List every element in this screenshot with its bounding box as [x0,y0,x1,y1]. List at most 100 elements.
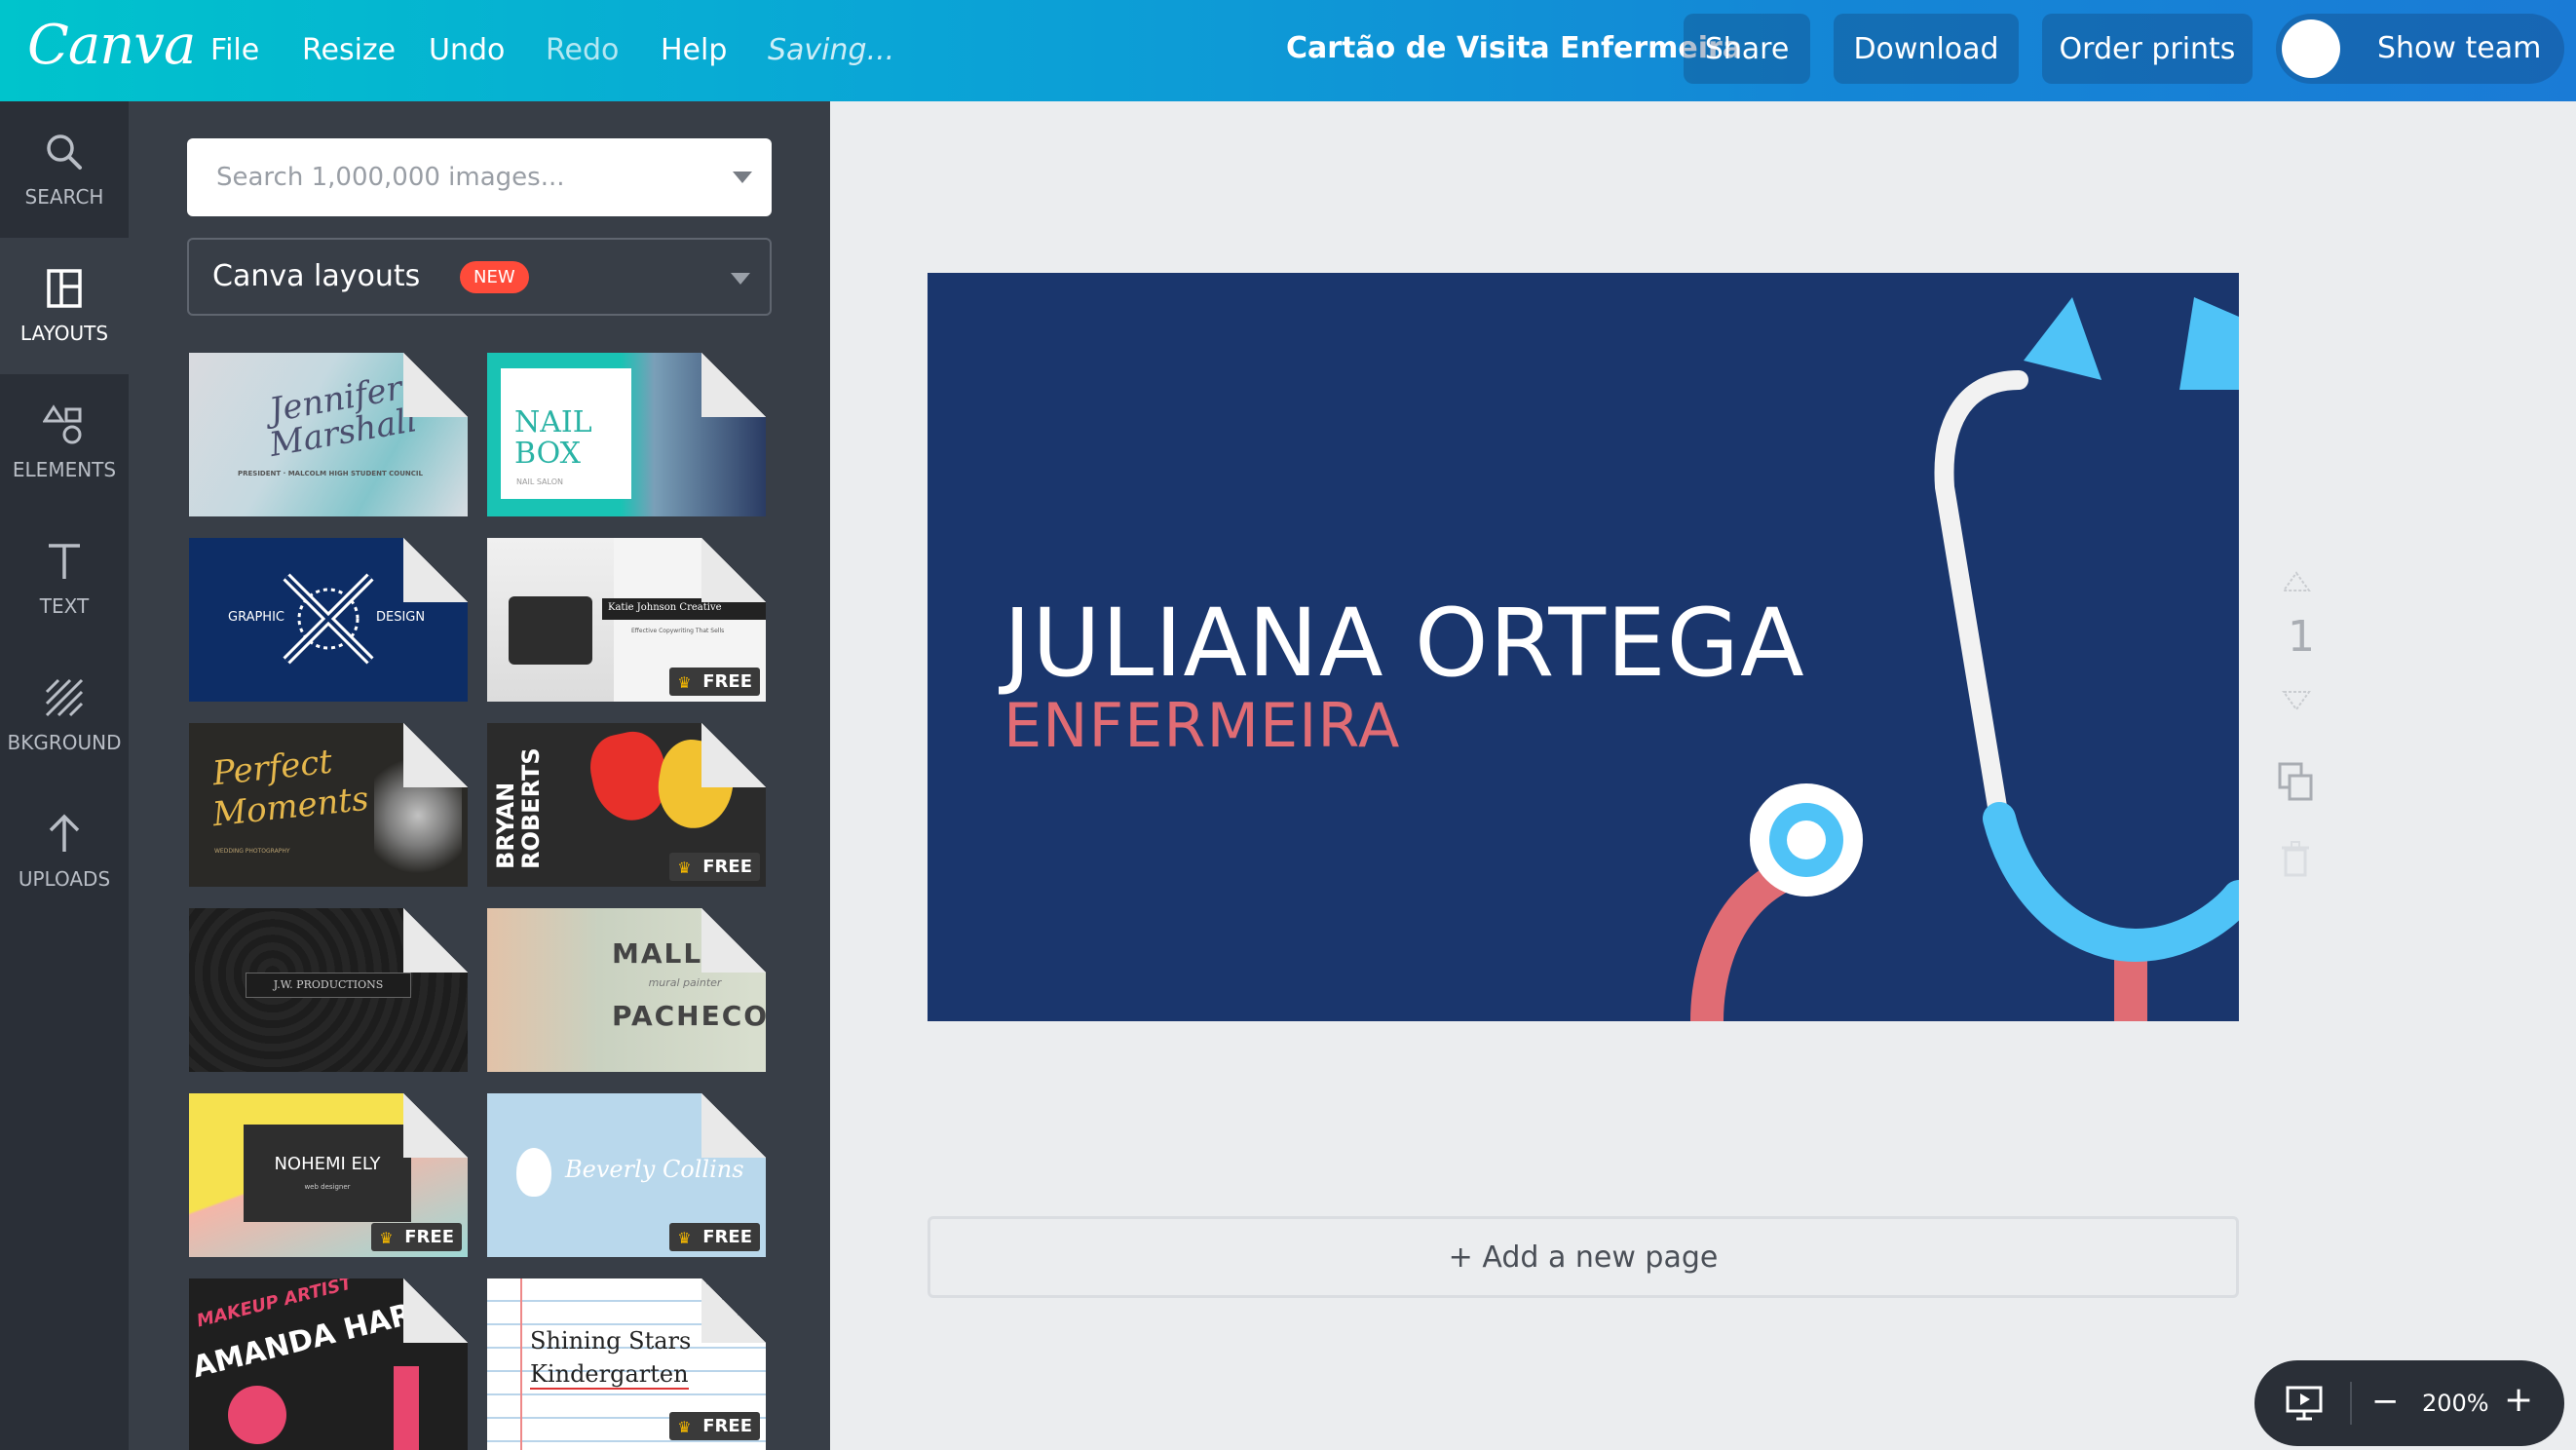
share-button[interactable]: Share [1684,14,1810,84]
card-subtitle: ROBERTS [517,747,545,869]
rail-item-layouts[interactable]: LAYOUTS [0,238,129,374]
uploads-icon [49,814,80,852]
zoom-level[interactable]: 200% [2422,1390,2489,1417]
card-caption: PRESIDENT · MALCOLM HIGH STUDENT COUNCIL [237,470,423,477]
crown-icon: ♛ [677,1229,692,1247]
card-title: J.W. PRODUCTIONS [246,973,411,998]
rail-label: BKGROUND [7,731,122,754]
card-title: BRYAN [492,782,519,869]
team-avatar [2282,19,2340,78]
rail-item-background[interactable]: BKGROUND [0,647,129,783]
layouts-icon [47,269,82,308]
menu-undo[interactable]: Undo [429,33,505,67]
compact-icon [228,1386,286,1444]
pencils-icon [283,573,374,665]
card-caption: web designer [304,1183,351,1191]
layout-card-beverly-collins[interactable]: Beverly Collins ♛ FREE [487,1093,766,1257]
rail-label: UPLOADS [18,867,111,891]
zoom-in-button[interactable]: + [2504,1380,2533,1420]
layout-card-nohemi-ely[interactable]: NOHEMI ELY web designer ♛ FREE [189,1093,468,1257]
layouts-panel: Canva layouts NEW Jennifer Marshall PRES… [129,101,830,1450]
layouts-dropdown[interactable]: Canva layouts NEW [187,238,772,316]
menu-help[interactable]: Help [661,33,727,67]
layout-card-mallory-pacheco[interactable]: MALLORY mural painter PACHECO [487,908,766,1072]
typewriter-image [509,596,592,665]
new-badge: NEW [460,261,529,293]
card-caption: Effective Copywriting That Sells [631,628,725,634]
chevron-down-icon [731,273,750,285]
rail-item-text[interactable]: TEXT [0,511,129,647]
present-icon[interactable] [2284,1382,2325,1423]
duplicate-page-icon[interactable] [2276,760,2315,803]
card-subtitle: BOX [514,437,582,471]
role-text[interactable]: ENFERMEIRA [1004,690,1400,761]
rail-label: ELEMENTS [12,458,117,481]
card-subtitle: Kindergarten [530,1360,689,1390]
rail-label: SEARCH [24,185,104,209]
free-badge: ♛ FREE [669,853,760,881]
free-badge: ♛ FREE [669,1223,760,1251]
rail-label: LAYOUTS [19,322,109,345]
search-input[interactable] [187,138,733,216]
saving-status: Saving... [768,33,895,67]
crown-icon: ♛ [677,1418,692,1436]
search-icon [47,134,82,170]
layout-card-jennifer[interactable]: Jennifer Marshall PRESIDENT · MALCOLM HI… [189,353,468,516]
show-team-button[interactable]: Show team [2276,14,2564,84]
lipstick-icon [394,1366,419,1450]
document-title[interactable]: Cartão de Visita Enfermeira [1286,31,1742,65]
image-search-box[interactable] [187,138,772,216]
layout-card-jw-productions[interactable]: J.W. PRODUCTIONS [189,908,468,1072]
card-subtitle: DESIGN [376,610,426,625]
menu-redo[interactable]: Redo [546,33,619,67]
move-page-up-icon[interactable] [2282,571,2311,594]
elements-icon [43,404,82,444]
design-canvas[interactable]: JULIANA ORTEGA ENFERMEIRA [928,273,2239,1021]
add-new-page-button[interactable]: + Add a new page [928,1216,2239,1298]
layout-card-amanda-harris[interactable]: MAKEUP ARTIST AMANDA HARRIS [189,1278,468,1450]
layouts-dropdown-label: Canva layouts [212,259,421,293]
layout-card-katie-johnson[interactable]: Katie Johnson Creative Effective Copywri… [487,538,766,702]
layout-card-nail-box[interactable]: NAIL BOX NAIL SALON [487,353,766,516]
layout-card-shining-stars[interactable]: Shining Stars Kindergarten ♛ FREE [487,1278,766,1450]
layout-card-perfect-moments[interactable]: Perfect Moments WEDDING PHOTOGRAPHY [189,723,468,887]
free-badge: ♛ FREE [371,1223,462,1251]
zoom-out-button[interactable]: − [2371,1382,2400,1421]
free-badge: ♛ FREE [669,668,760,696]
download-button[interactable]: Download [1834,14,2019,84]
layout-card-bryan-roberts[interactable]: BRYAN ROBERTS ♛ FREE [487,723,766,887]
card-caption: WEDDING PHOTOGRAPHY [214,848,290,855]
left-rail: SEARCH LAYOUTS ELEMENTS TEXT BKGROUND UP… [0,101,129,1450]
card-title: Shining Stars [530,1327,692,1355]
move-page-down-icon[interactable] [2282,688,2311,711]
layout-card-graphic-design[interactable]: GRAPHIC DESIGN [189,538,468,702]
card-title: NAIL [514,405,592,439]
rail-item-elements[interactable]: ELEMENTS [0,374,129,511]
crown-icon: ♛ [379,1229,394,1247]
page-number: 1 [2288,612,2315,662]
zoom-controls: − 200% + [2254,1360,2564,1446]
background-icon [45,678,84,717]
menu-resize[interactable]: Resize [302,33,396,67]
order-prints-button[interactable]: Order prints [2042,14,2253,84]
menu-file[interactable]: File [210,33,259,67]
crown-icon: ♛ [677,859,692,877]
rail-item-search[interactable]: SEARCH [0,101,129,238]
chevron-down-icon[interactable] [733,172,752,183]
canva-logo[interactable]: Canva [27,14,196,77]
card-caption: NAIL SALON [516,477,563,486]
card-subtitle: PACHECO [612,1000,766,1032]
top-bar: Canva File Resize Undo Redo Help Saving.… [0,0,2576,101]
text-icon [49,544,80,579]
delete-page-icon[interactable] [2280,840,2311,879]
card-title: Beverly Collins [565,1156,744,1183]
rail-label: TEXT [39,594,90,618]
divider [2350,1382,2352,1425]
bunny-icon [516,1148,551,1197]
card-caption: mural painter [648,976,722,989]
rail-item-uploads[interactable]: UPLOADS [0,783,129,920]
free-badge: ♛ FREE [669,1412,760,1440]
card-title: NOHEMI ELY [274,1154,381,1174]
name-text[interactable]: JULIANA ORTEGA [1004,589,1805,698]
show-team-label: Show team [2377,31,2542,65]
